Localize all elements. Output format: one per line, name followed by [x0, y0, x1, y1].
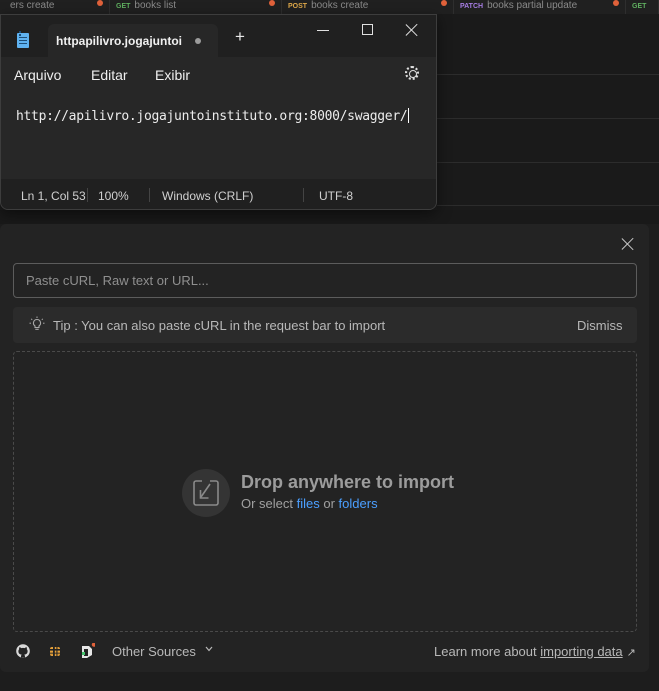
tip-text: Tip : You can also paste cURL in the req… [53, 318, 386, 333]
notepad-window: httpapilivro.jogajuntoi + Arquivo Editar… [0, 14, 437, 210]
lightbulb-icon [29, 316, 45, 330]
divider [303, 188, 304, 202]
text-line: http://apilivro.jogajuntoinstituto.org:8… [16, 108, 410, 124]
bg-tab-label: books list [134, 0, 177, 11]
drop-sub-prefix: Or select [241, 496, 297, 511]
divider [87, 188, 88, 202]
divider [437, 205, 659, 206]
bg-tab[interactable]: PATCH books partial update [454, 0, 626, 14]
background-panel [437, 14, 659, 224]
divider [437, 118, 659, 119]
divider [437, 74, 659, 75]
document-tab-title: httpapilivro.jogajuntoi [56, 34, 182, 48]
bg-tab[interactable]: GET [626, 0, 659, 14]
or-text: or [319, 496, 339, 511]
document-tab[interactable]: httpapilivro.jogajuntoi [48, 24, 218, 57]
unsaved-indicator-icon[interactable] [195, 38, 201, 44]
minimize-button[interactable] [317, 30, 329, 31]
external-link-icon: ↗ [626, 647, 636, 659]
maximize-button[interactable] [362, 24, 373, 35]
other-sources-dropdown[interactable]: Other Sources [112, 644, 196, 659]
unsaved-dot [613, 0, 619, 6]
divider [437, 162, 659, 163]
bg-tab-method: GET [116, 3, 131, 10]
background-strip [0, 210, 659, 224]
drop-title: Drop anywhere to import [241, 472, 455, 492]
bg-tab[interactable]: ers create [0, 0, 110, 14]
encoding[interactable]: UTF-8 [319, 189, 353, 203]
chevron-down-icon[interactable] [205, 645, 213, 653]
bg-tab-label: ers create [10, 0, 55, 11]
bg-tab[interactable]: POST books create [282, 0, 454, 14]
import-modal: Tip : You can also paste cURL in the req… [0, 224, 649, 672]
learn-more-text: Learn more about importing data ↗ [434, 644, 636, 659]
text-editor-area[interactable]: http://apilivro.jogajuntoinstituto.org:8… [1, 89, 436, 179]
menu-view[interactable]: Exibir [155, 67, 190, 83]
bg-tab-label: books partial update [487, 0, 578, 11]
new-tab-button[interactable]: + [235, 28, 245, 45]
menu-file[interactable]: Arquivo [14, 67, 61, 83]
notepad-app-icon [17, 31, 29, 48]
close-icon[interactable] [621, 237, 635, 251]
title-bar[interactable]: httpapilivro.jogajuntoi + [1, 15, 436, 57]
import-input[interactable] [13, 263, 637, 298]
background-request-tabs: ers create GET books list POST books creat… [0, 0, 659, 14]
divider [149, 188, 150, 202]
cursor-position: Ln 1, Col 53 [21, 189, 86, 203]
drop-zone[interactable]: Drop anywhere to import Or select files … [13, 351, 637, 632]
import-footer: Other Sources Learn more about importing… [0, 636, 649, 666]
status-bar: Ln 1, Col 53 100% Windows (CRLF) UTF-8 [1, 179, 436, 209]
drop-subtitle: Or select files or folders [241, 496, 378, 511]
unsaved-dot [441, 0, 447, 6]
dismiss-button[interactable]: Dismiss [577, 318, 623, 333]
github-icon[interactable] [15, 643, 31, 659]
gitlab-icon[interactable] [47, 643, 63, 659]
window-close-button[interactable] [405, 23, 419, 37]
bg-tab[interactable]: GET books list [110, 0, 282, 14]
bg-tab-label: books create [311, 0, 369, 11]
select-files-link[interactable]: files [297, 496, 320, 511]
menu-bar: Arquivo Editar Exibir [1, 57, 436, 89]
text-content: http://apilivro.jogajuntoinstituto.org:8… [16, 109, 408, 124]
select-folders-link[interactable]: folders [339, 496, 378, 511]
settings-gear-icon[interactable] [405, 66, 419, 80]
menu-edit[interactable]: Editar [91, 67, 128, 83]
importing-data-link[interactable]: importing data [540, 644, 622, 659]
unsaved-dot [269, 0, 275, 6]
bg-tab-method: PATCH [460, 3, 484, 10]
learn-prefix: Learn more about [434, 644, 541, 659]
text-caret [408, 108, 410, 123]
line-ending[interactable]: Windows (CRLF) [162, 189, 253, 203]
tip-banner: Tip : You can also paste cURL in the req… [13, 307, 637, 343]
zoom-level[interactable]: 100% [98, 189, 129, 203]
import-icon [182, 469, 230, 517]
bg-tab-method: GET [632, 3, 647, 10]
azure-devops-icon[interactable] [79, 643, 95, 659]
screen: ers create GET books list POST books creat… [0, 0, 659, 691]
unsaved-dot [97, 0, 103, 6]
bg-tab-method: POST [288, 3, 308, 10]
